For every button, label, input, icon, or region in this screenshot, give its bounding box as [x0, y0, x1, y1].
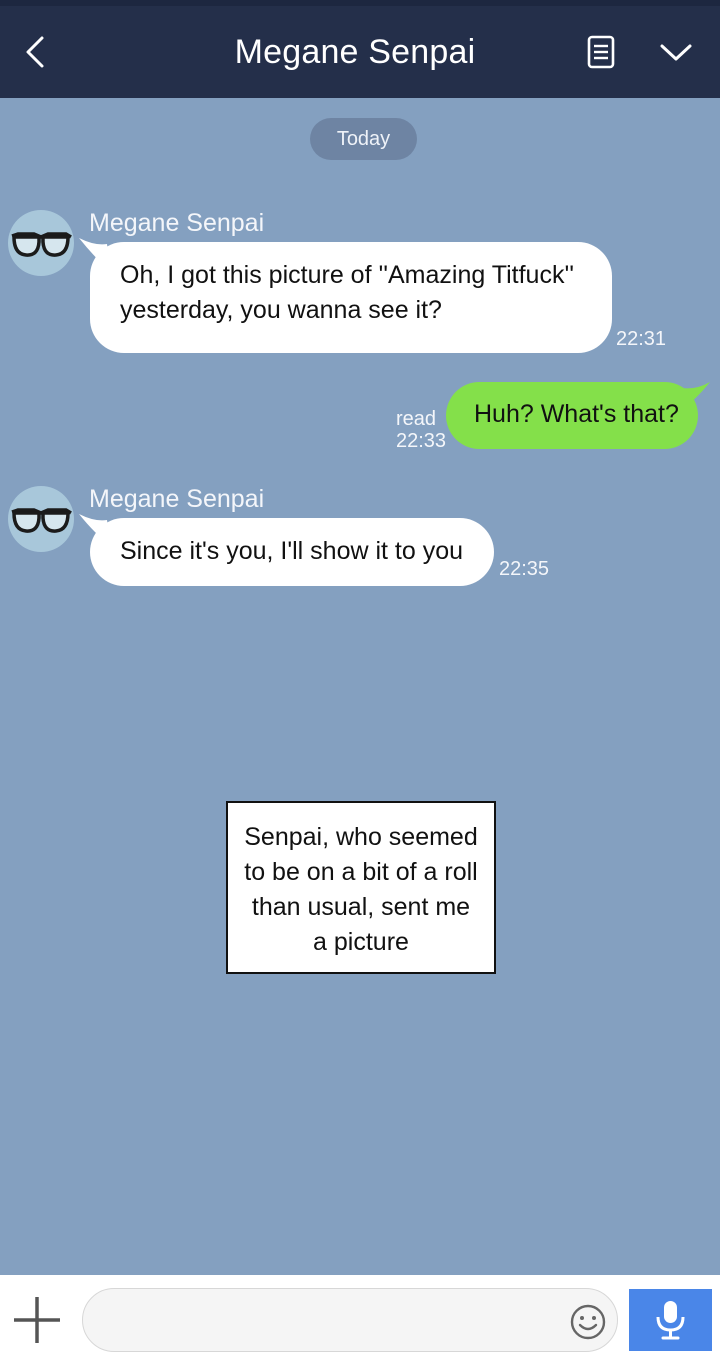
- smiley-icon: [570, 1304, 606, 1340]
- narration-line: Senpai, who seemed: [244, 823, 478, 851]
- message-bubble-outgoing[interactable]: Huh? What's that?: [446, 382, 698, 449]
- page-title: Megane Senpai: [234, 33, 476, 71]
- chat-header: Megane Senpai: [0, 0, 720, 98]
- microphone-icon: [656, 1301, 685, 1340]
- avatar[interactable]: [8, 210, 74, 276]
- date-separator: Today: [310, 118, 417, 160]
- status-strip: [0, 0, 720, 6]
- message-input[interactable]: [82, 1288, 618, 1352]
- menu-toggle-button[interactable]: [654, 30, 698, 74]
- narration-box: Senpai, who seemed to be on a bit of a r…: [226, 801, 496, 974]
- message-time: 22:31: [616, 328, 667, 350]
- plus-icon: [14, 1297, 60, 1343]
- message-time: 22:35: [499, 558, 550, 580]
- narration-line: than usual, sent me: [251, 893, 471, 921]
- notes-icon: [587, 35, 615, 69]
- message-text-line: Oh, I got this picture of ''Amazing Titf…: [120, 261, 575, 289]
- message-text-line: yesterday, you wanna see it?: [120, 296, 442, 324]
- voice-message-button[interactable]: [629, 1289, 712, 1351]
- emoji-button[interactable]: [568, 1302, 608, 1342]
- message-text-line: Huh? What's that?: [474, 400, 679, 428]
- notes-button[interactable]: [580, 30, 622, 74]
- message-input-bar: [0, 1275, 720, 1365]
- narration-line: to be on a bit of a roll: [244, 858, 478, 886]
- narration-line: a picture: [313, 928, 409, 956]
- read-receipt: read: [386, 408, 436, 430]
- message-time: 22:33: [396, 430, 447, 452]
- glasses-icon: [11, 508, 72, 533]
- glasses-icon: [11, 232, 72, 257]
- chevron-left-icon: [26, 36, 44, 68]
- avatar[interactable]: [8, 486, 74, 552]
- message-text-line: Since it's you, I'll show it to you: [120, 537, 464, 565]
- back-button[interactable]: [14, 28, 58, 76]
- chat-screen: Megane Senpai Today Megane Senpai Oh, I …: [0, 0, 720, 1365]
- sender-name: Megane Senpai: [89, 485, 265, 513]
- read-status: read: [395, 408, 436, 430]
- message-bubble-incoming[interactable]: Oh, I got this picture of ''Amazing Titf…: [90, 242, 612, 353]
- chevron-down-icon: [660, 44, 692, 61]
- add-attachment-button[interactable]: [10, 1293, 64, 1347]
- message-bubble-incoming[interactable]: Since it's you, I'll show it to you: [90, 518, 494, 586]
- sender-name: Megane Senpai: [89, 209, 265, 237]
